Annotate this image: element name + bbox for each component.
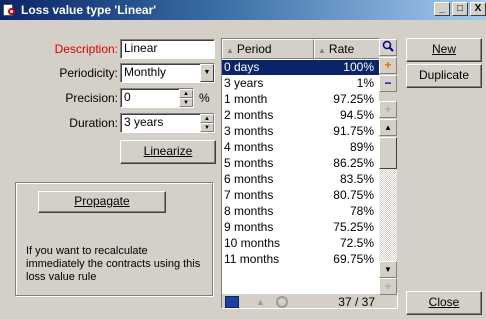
duration-spinner[interactable]: ▲ ▼ [200, 114, 214, 132]
refresh-icon[interactable] [276, 296, 288, 308]
table-row[interactable]: 5 months 86.25% [222, 156, 380, 171]
propagate-group: Propagate If you want to recalculate imm… [15, 182, 213, 296]
precision-unit: % [199, 91, 210, 105]
magnifier-page-icon [3, 3, 17, 17]
linearize-label: Linearize [143, 144, 193, 158]
scroll-up-button[interactable]: ▲ [379, 119, 397, 136]
description-label: Description: [54, 42, 118, 56]
description-field[interactable]: Linear [120, 39, 215, 59]
sort-icon[interactable]: ▲ [256, 294, 265, 308]
spin-down-icon[interactable]: ▼ [179, 98, 193, 107]
scrollbar-thumb[interactable] [379, 137, 397, 169]
search-icon[interactable] [379, 39, 397, 56]
close-window-button[interactable]: X [470, 2, 486, 16]
table-view-icon[interactable] [225, 296, 239, 308]
precision-spinner[interactable]: ▲ ▼ [179, 89, 193, 107]
table-row[interactable]: 4 months 89% [222, 140, 380, 155]
column-header-period[interactable]: ▲ Period [222, 39, 314, 59]
add-disabled-icon: + [379, 278, 397, 295]
record-count: 37 / 37 [338, 295, 375, 309]
duration-label: Duration: [69, 116, 118, 130]
remove-row-icon[interactable]: − [379, 75, 397, 92]
table-footer: ▲ 37 / 37 [222, 294, 397, 309]
propagate-help-text: If you want to recalculate immediately t… [26, 245, 201, 283]
precision-field[interactable]: 0 ▲ ▼ [120, 88, 194, 108]
propagate-button[interactable]: Propagate [38, 191, 166, 213]
sort-icon: ▲ [318, 46, 326, 55]
spin-down-icon[interactable]: ▼ [200, 123, 214, 132]
period-rate-table: ▲ Period ▲ Rate 0 days 100% 3 years 1% 1 mon… [221, 38, 398, 309]
column-header-rate[interactable]: ▲ Rate [314, 39, 380, 59]
table-row[interactable]: 10 months 72.5% [222, 236, 380, 251]
add-disabled-icon: + [379, 101, 397, 118]
periodicity-value: Monthly [124, 65, 167, 79]
minimize-button[interactable]: _ [434, 2, 450, 16]
spin-up-icon[interactable]: ▲ [179, 89, 193, 98]
table-row[interactable]: 3 years 1% [222, 76, 380, 91]
table-row[interactable]: 9 months 75.25% [222, 220, 380, 235]
duplicate-label: Duplicate [418, 68, 470, 82]
new-button[interactable]: New [406, 38, 482, 62]
maximize-button[interactable]: □ [452, 2, 468, 16]
add-row-icon[interactable]: + [379, 57, 397, 74]
linearize-button[interactable]: Linearize [120, 140, 216, 164]
table-row[interactable]: 2 months 94.5% [222, 108, 380, 123]
table-row[interactable]: 7 months 80.75% [222, 188, 380, 203]
periodicity-select[interactable]: Monthly ▼ [120, 63, 215, 83]
periodicity-label: Periodicity: [59, 66, 118, 80]
table-row[interactable]: 1 month 97.25% [222, 92, 380, 107]
propagate-label: Propagate [74, 194, 130, 208]
precision-value: 0 [124, 90, 131, 104]
close-button[interactable]: Close [406, 291, 482, 315]
table-row[interactable]: 11 months 69.75% [222, 252, 380, 267]
title-bar: Loss value type 'Linear' _ □ X [0, 0, 486, 20]
precision-label: Precision: [65, 91, 118, 105]
chevron-down-icon[interactable]: ▼ [200, 64, 214, 82]
window-title: Loss value type 'Linear' [21, 3, 157, 17]
duration-value: 3 years [124, 115, 164, 129]
window-controls: _ □ X [432, 2, 486, 16]
table-row[interactable]: 8 months 78% [222, 204, 380, 219]
new-label: New [431, 42, 456, 56]
close-label: Close [428, 295, 460, 309]
duration-field[interactable]: 3 years ▲ ▼ [120, 113, 215, 133]
table-row[interactable]: 0 days 100% [222, 60, 380, 75]
table-toolbar: + − + ▲ ▼ + [379, 38, 398, 295]
spin-up-icon[interactable]: ▲ [200, 114, 214, 123]
table-row[interactable]: 3 months 91.75% [222, 124, 380, 139]
sort-icon: ▲ [226, 46, 234, 55]
scroll-down-button[interactable]: ▼ [379, 261, 397, 278]
scrollbar-track[interactable] [379, 169, 397, 261]
duplicate-button[interactable]: Duplicate [406, 64, 482, 88]
table-row[interactable]: 6 months 83.5% [222, 172, 380, 187]
